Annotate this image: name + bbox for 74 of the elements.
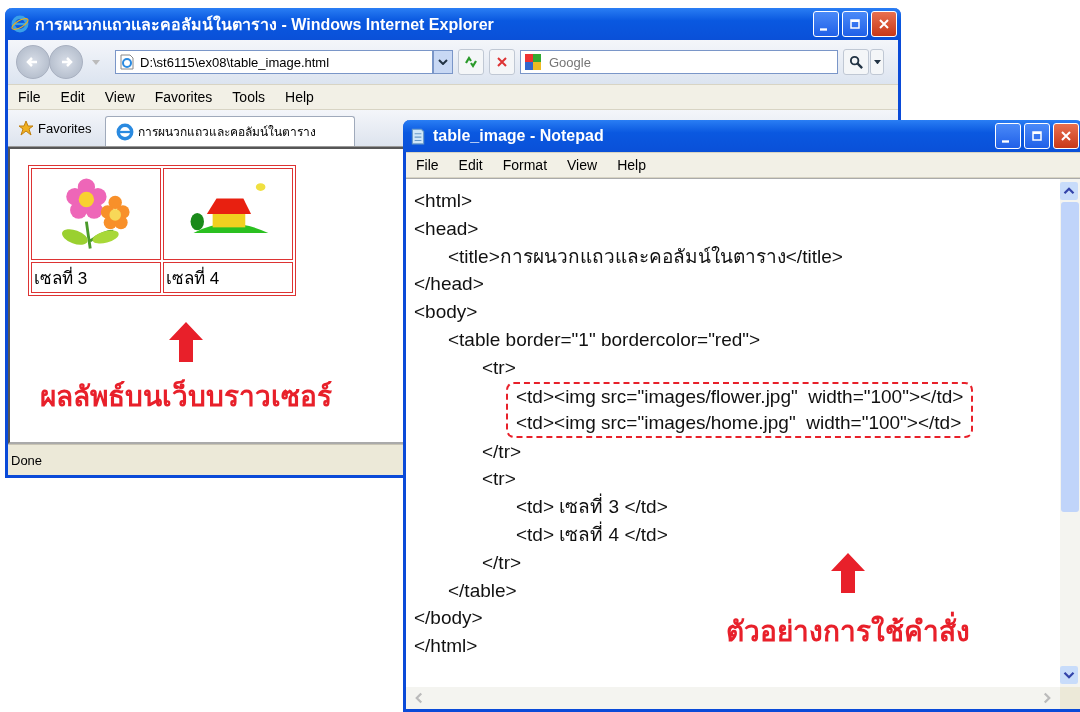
menu-item[interactable]: Favorites [154,89,213,105]
annotation-text: ผลลัพธ์บนเว็บบราวเซอร์ [40,378,332,414]
menu-item[interactable]: View [567,157,598,173]
code-line: <tr> [482,467,516,492]
code-line: <body> [414,300,478,325]
window-title: table_image - Notepad [433,127,605,145]
x-icon [496,56,508,68]
code-line: </head> [414,272,484,297]
menu-item[interactable]: Tools [232,89,266,105]
maximize-button[interactable] [1024,123,1050,149]
code-line: <table border="1" bordercolor="red"> [448,328,761,352]
search-icon [848,54,864,70]
window-title: การผนวกแถวและคอลัมน์ในตาราง - Windows Internet Explorer [35,14,495,35]
browser-logo-icon [116,122,135,141]
code-line: </tr> [482,550,522,575]
status-text: Done [10,452,44,468]
scroll-up-button[interactable] [1060,182,1078,200]
vertical-scrollbar[interactable] [1060,179,1080,687]
menu-item[interactable]: View [104,89,135,105]
caret-icon [873,59,881,65]
code-line: <td> เซลที่ 4 </td> [516,520,668,547]
refresh-button[interactable] [458,49,484,75]
favorites-button[interactable]: Favorites [18,120,92,146]
address-field[interactable]: D:\st6115\ex08\table_image.html [115,50,433,74]
close-icon [879,19,889,29]
menu-item[interactable]: File [18,89,41,105]
up-arrow-icon [831,553,865,593]
up-arrow-icon [169,322,203,362]
table-cell: เซลที่ 4 [163,262,293,293]
minimize-icon [820,27,827,31]
browser-logo-icon [11,15,29,33]
maximize-icon [1032,131,1042,141]
maximize-button[interactable] [842,11,868,37]
menu-item[interactable]: Help [617,157,646,173]
code-line: <title>การผนวกแถวและคอลัมน์ในตาราง</title> [448,244,843,269]
code-line: </tr> [482,439,522,464]
code-line: </body> [414,606,483,631]
code-line: <tr> [482,355,516,380]
close-icon [1061,131,1071,141]
menu-item[interactable]: Edit [60,89,85,105]
menu-item[interactable]: Edit [458,157,483,173]
minimize-icon [1002,139,1009,143]
address-dropdown-button[interactable] [433,50,453,74]
annotation-text: ตัวอย่างการใช้คำสั่ง [726,609,970,653]
menu-item[interactable]: Help [285,89,314,105]
scrollbar-thumb[interactable] [1061,202,1079,512]
search-input[interactable]: Google [547,53,833,71]
code-line: <head> [414,216,479,241]
search-options-button[interactable] [870,49,884,75]
menu-item[interactable]: Format [502,157,548,173]
table-cell: เซลที่ 3 [31,262,161,293]
code-line: <td> เซลที่ 3 </td> [516,493,668,521]
chevron-down-icon [438,59,448,65]
page-icon [120,54,134,70]
code-line: </html> [414,634,478,659]
code-line: <td><img src="images/home.jpg" width="100"></td> [516,410,962,435]
code-line: <td><img src="images/flower.jpg" width="100"></td> [516,384,964,409]
code-line: </table> [448,578,517,603]
minimize-button[interactable] [995,123,1021,149]
close-button[interactable] [1053,123,1079,149]
refresh-icon [463,54,479,70]
maximize-icon [850,19,860,29]
close-button[interactable] [871,11,897,37]
stop-button[interactable] [489,49,515,75]
search-engine-icon [525,54,541,70]
browser-tab[interactable]: การผนวกแถวและคอลัมน์ในตาราง [105,116,356,146]
search-button[interactable] [843,49,869,75]
code-line: <html> [414,189,473,213]
scroll-down-button[interactable] [1060,666,1078,684]
star-icon [18,120,34,136]
menu-item[interactable]: File [416,157,439,173]
minimize-button[interactable] [813,11,839,37]
notepad-icon [409,127,427,145]
search-field[interactable]: Google [520,50,838,74]
